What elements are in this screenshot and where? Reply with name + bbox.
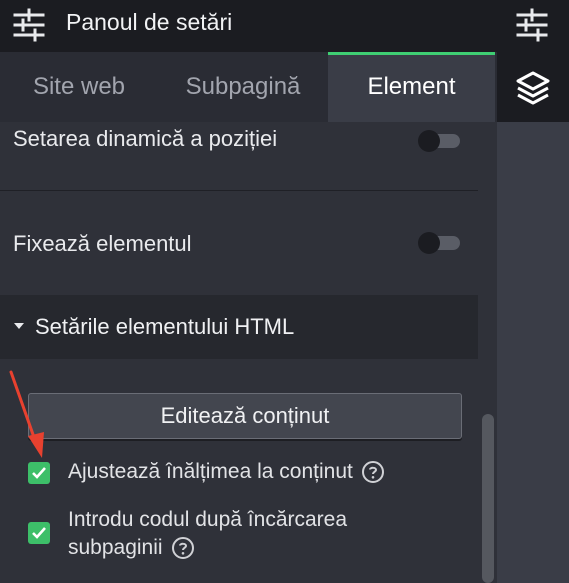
- sliders-icon: [13, 8, 45, 42]
- edit-content-button[interactable]: Editează conținut: [28, 393, 462, 439]
- tab-site-web[interactable]: Site web: [0, 52, 158, 122]
- load-code-label-line2: subpaginii: [68, 536, 163, 559]
- fit-height-label: Ajustează înălțimea la conținut: [68, 460, 353, 483]
- layers-icon[interactable]: [515, 70, 551, 106]
- right-toolbar: [497, 0, 569, 583]
- dynamic-position-row: Setarea dinamică a poziției: [0, 122, 478, 190]
- checkmark-icon: [32, 467, 46, 479]
- load-code-checkbox[interactable]: [28, 522, 50, 544]
- settings-panel-header: Panoul de setări: [0, 0, 497, 52]
- settings-content: Setarea dinamică a poziției Fixează elem…: [0, 122, 497, 583]
- tab-bar: Site web Subpagină Element: [0, 52, 497, 125]
- dynamic-position-toggle[interactable]: [418, 130, 460, 152]
- pin-element-label: Fixează elementul: [13, 231, 192, 256]
- caret-down-icon: [14, 323, 24, 329]
- sliders-icon[interactable]: [515, 8, 549, 42]
- dynamic-position-label: Setarea dinamică a poziției: [13, 126, 278, 151]
- html-settings-section-header[interactable]: Setările elementului HTML: [0, 295, 478, 359]
- help-icon[interactable]: [171, 536, 195, 560]
- load-code-label-line1: Introdu codul după încărcarea: [68, 508, 348, 531]
- fit-height-checkbox[interactable]: [28, 462, 50, 484]
- panel-title: Panoul de setări: [66, 9, 233, 35]
- pin-element-toggle[interactable]: [418, 232, 460, 254]
- pin-element-row: Fixează elementul: [0, 191, 478, 294]
- tab-element[interactable]: Element: [328, 52, 495, 125]
- scrollbar-thumb[interactable]: [482, 414, 494, 583]
- checkmark-icon: [32, 527, 46, 539]
- help-icon[interactable]: [361, 460, 385, 484]
- section-title: Setările elementului HTML: [35, 314, 295, 339]
- tab-subpage[interactable]: Subpagină: [158, 52, 328, 122]
